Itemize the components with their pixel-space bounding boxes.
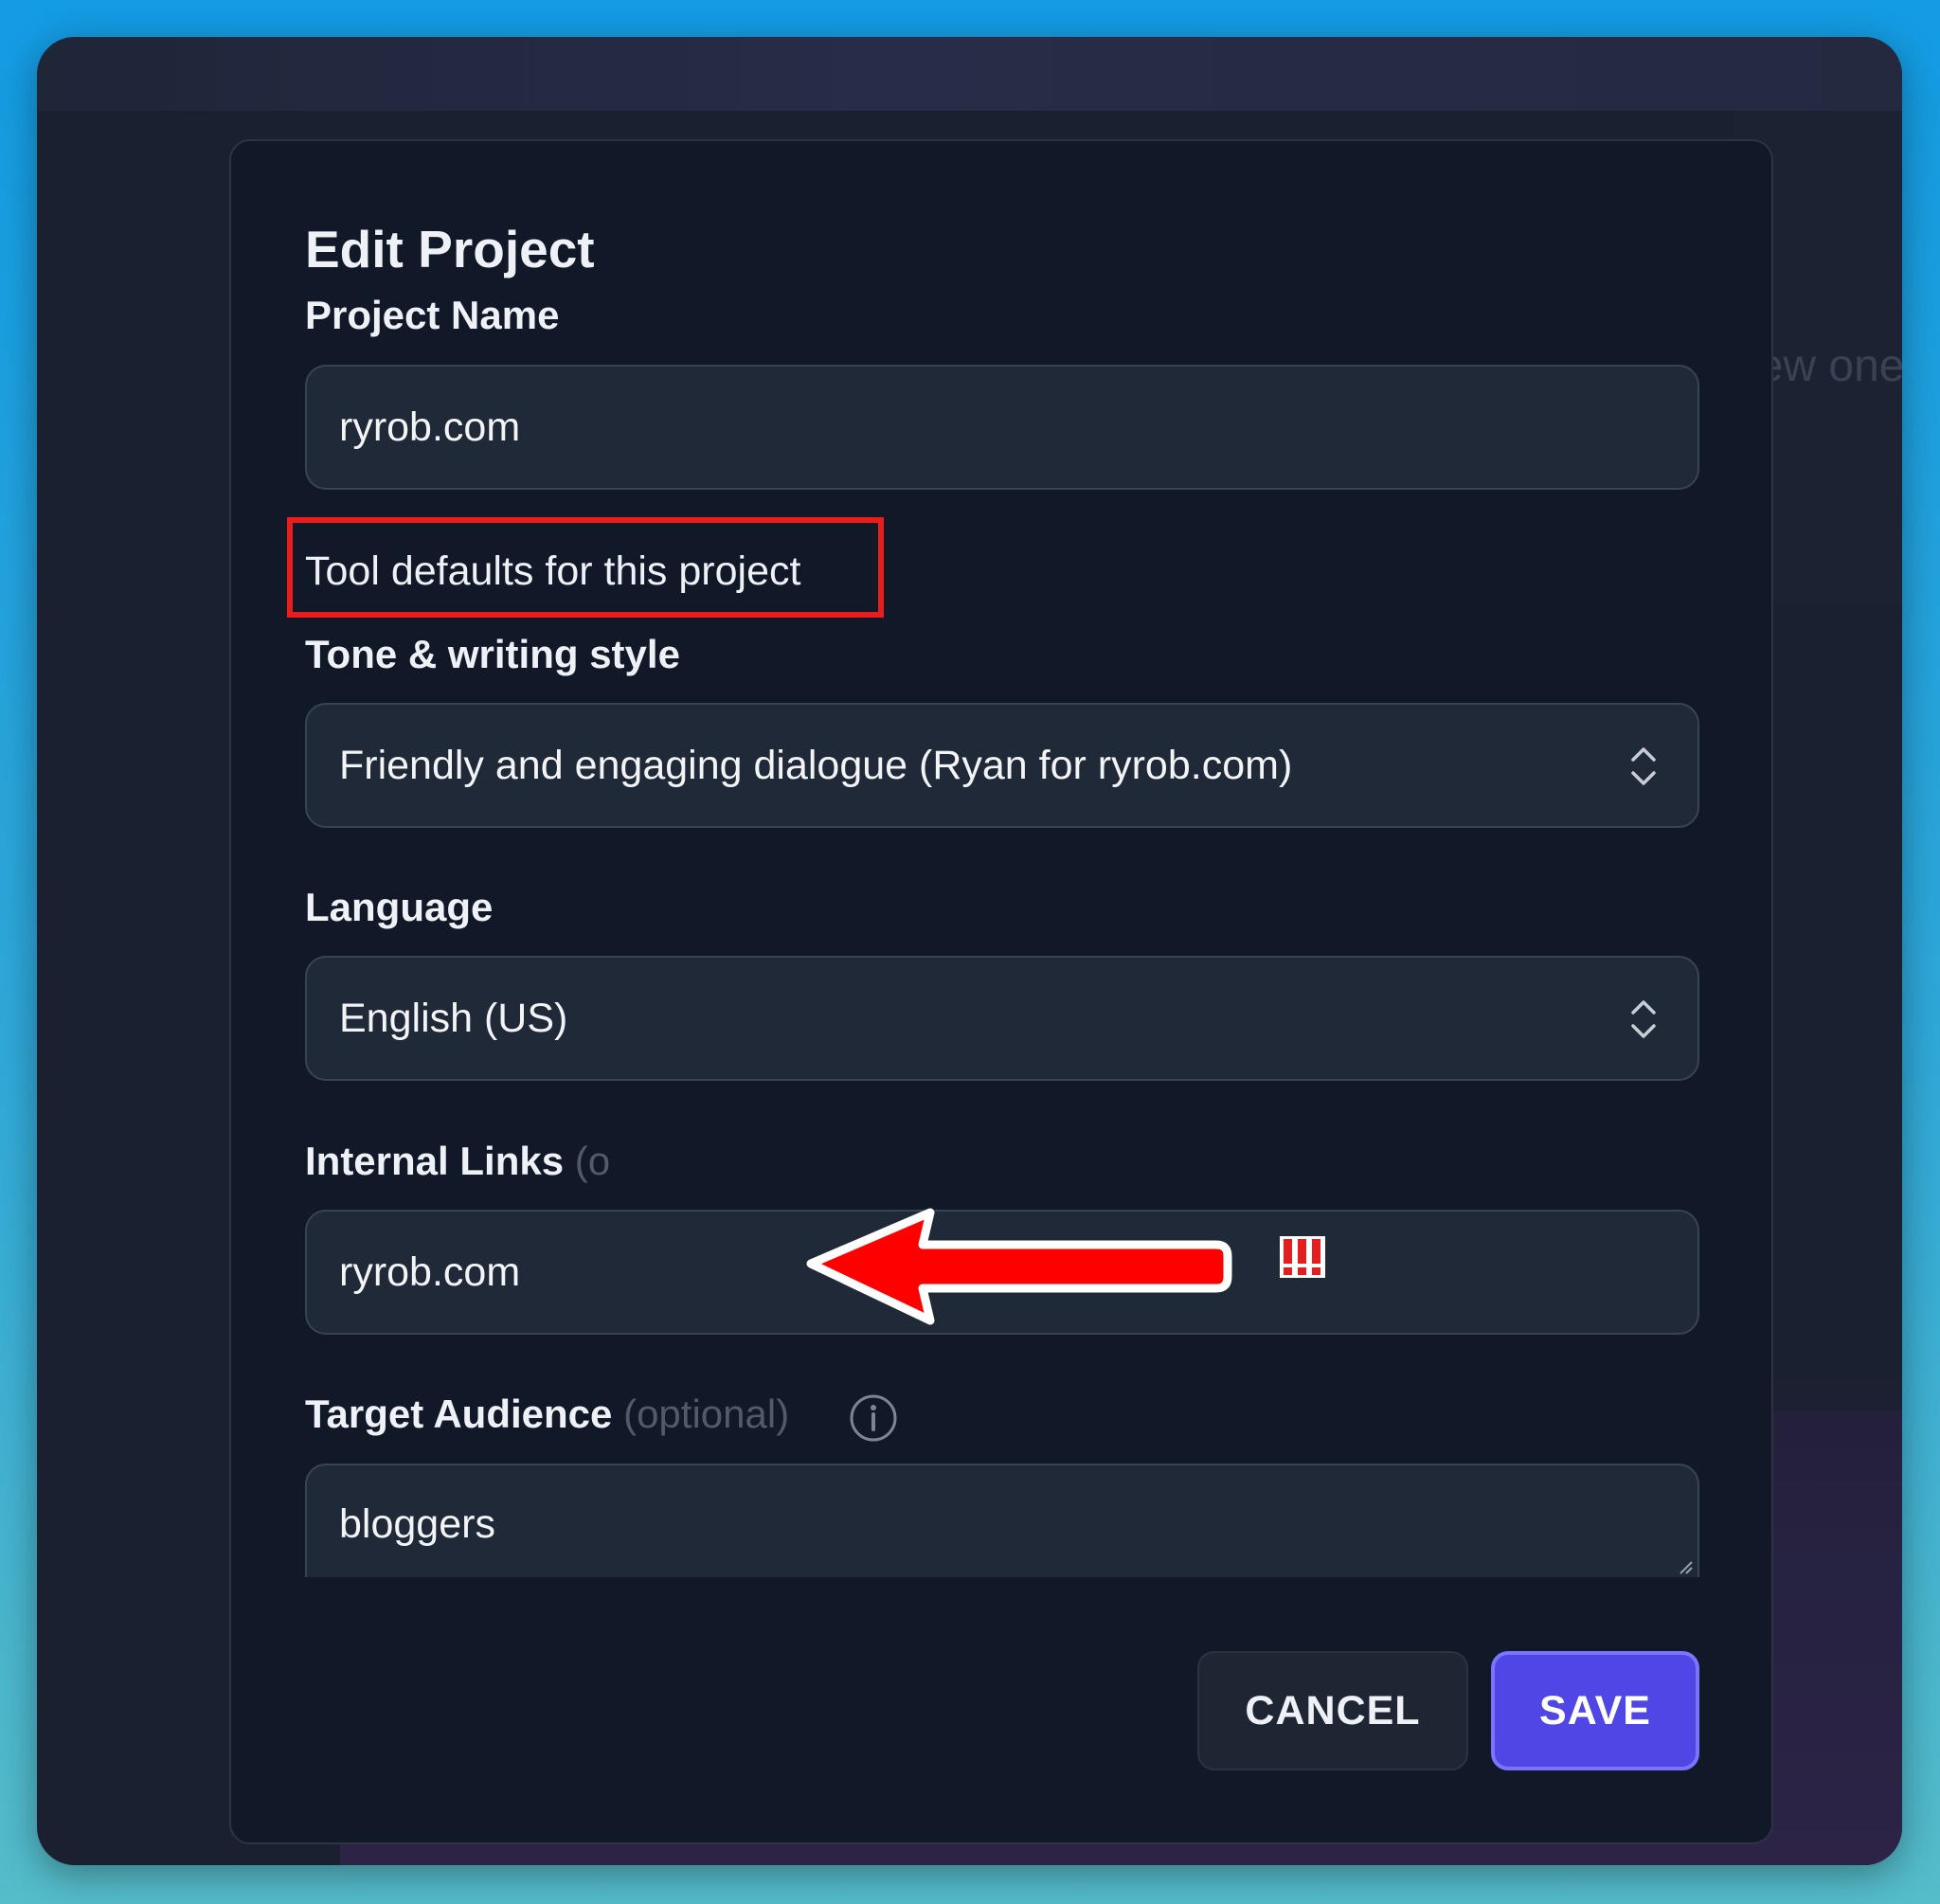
edit-project-modal: Edit Project Project Name ryrob.com Tool…	[229, 139, 1773, 1844]
internal-links-optional: (o	[574, 1139, 611, 1183]
red-arrow-annotation	[806, 1208, 1232, 1325]
tone-label: Tone & writing style	[305, 632, 680, 676]
tool-defaults-heading: Tool defaults for this project	[305, 548, 801, 594]
save-button[interactable]: SAVE	[1491, 1651, 1699, 1770]
modal-title: Edit Project	[305, 220, 595, 278]
internal-links-label: Internal Links (o	[305, 1139, 610, 1184]
language-label: Language	[305, 885, 494, 929]
project-name-label: Project Name	[305, 293, 560, 337]
language-value: English (US)	[339, 995, 568, 1041]
triple-exclamation-icon	[1280, 1236, 1325, 1278]
cancel-button[interactable]: CANCEL	[1197, 1651, 1468, 1770]
target-audience-label: Target Audience (optional)	[305, 1392, 789, 1437]
internal-links-label-text: Internal Links	[305, 1139, 565, 1183]
app-window: s new one s Edit Project Project Name ry…	[37, 37, 1902, 1865]
target-audience-textarea[interactable]: bloggers	[305, 1464, 1699, 1577]
internal-links-value: ryrob.com	[339, 1248, 521, 1295]
info-icon[interactable]	[849, 1393, 898, 1443]
tone-select[interactable]: Friendly and engaging dialogue (Ryan for…	[305, 703, 1699, 828]
chevron-updown-icon	[1631, 1000, 1656, 1038]
project-name-input[interactable]: ryrob.com	[305, 365, 1699, 490]
target-audience-label-text: Target Audience	[305, 1392, 613, 1436]
language-select[interactable]: English (US)	[305, 956, 1699, 1081]
target-audience-value: bloggers	[339, 1501, 495, 1547]
project-name-value: ryrob.com	[339, 404, 521, 450]
resize-handle-icon[interactable]	[1675, 1556, 1694, 1575]
tone-value: Friendly and engaging dialogue (Ryan for…	[339, 742, 1293, 788]
chevron-updown-icon	[1631, 747, 1656, 785]
target-audience-optional: (optional)	[623, 1392, 790, 1436]
